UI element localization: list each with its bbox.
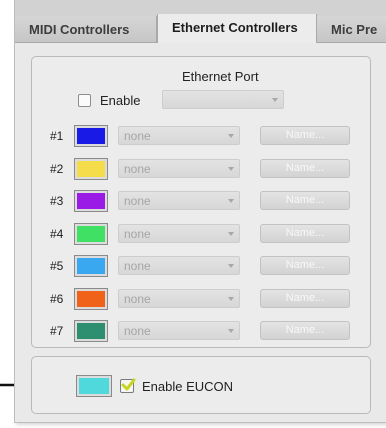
- ethernet-enable-checkbox[interactable]: [78, 94, 91, 107]
- eucon-color-swatch[interactable]: [76, 375, 112, 397]
- controller-number: #2: [50, 161, 64, 176]
- eucon-panel: Enable EUCON: [31, 356, 371, 414]
- enable-eucon-label: Enable EUCON: [142, 379, 234, 394]
- chevron-down-icon: [228, 134, 234, 138]
- chevron-down-icon: [228, 296, 234, 301]
- controller-device-select[interactable]: none: [118, 256, 240, 275]
- controller-row: #6 none Name...: [32, 287, 370, 312]
- controller-name-button[interactable]: Name...: [260, 126, 350, 145]
- tab-ethernet-controllers[interactable]: Ethernet Controllers: [157, 14, 317, 43]
- controller-color-fill: [77, 323, 105, 339]
- controller-device-value: none: [124, 291, 151, 306]
- controller-device-select[interactable]: none: [118, 126, 240, 145]
- controller-row: #4 none Name...: [32, 222, 370, 247]
- controller-row: #7 none Name...: [32, 320, 370, 344]
- chevron-down-icon: [228, 166, 234, 171]
- controller-name-button[interactable]: Name...: [260, 256, 350, 275]
- controller-row: #5 none Name...: [32, 255, 370, 279]
- controller-color-fill: [77, 160, 105, 177]
- chevron-down-icon: [272, 98, 278, 102]
- controller-row: #1 none Name...: [32, 125, 370, 149]
- controller-device-select[interactable]: none: [118, 223, 240, 243]
- controller-number: #5: [50, 259, 64, 273]
- chevron-down-icon: [228, 264, 234, 268]
- checkmark-icon: [121, 378, 136, 391]
- chevron-down-icon: [228, 199, 234, 203]
- ethernet-controllers-panel: Ethernet Port Enable #1 none Name... #2 none…: [31, 56, 371, 348]
- controller-device-select[interactable]: none: [118, 321, 240, 340]
- controller-name-button[interactable]: Name...: [260, 288, 350, 308]
- chevron-down-icon: [228, 231, 234, 236]
- controller-device-select[interactable]: none: [118, 288, 240, 308]
- controller-device-select[interactable]: none: [118, 158, 240, 178]
- controller-device-value: none: [124, 324, 151, 338]
- controller-number: #6: [50, 291, 64, 306]
- controller-color-swatch[interactable]: [74, 287, 108, 310]
- controller-name-button[interactable]: Name...: [260, 191, 350, 210]
- controller-device-value: none: [124, 226, 151, 241]
- controller-color-swatch[interactable]: [74, 255, 108, 277]
- controller-color-swatch[interactable]: [74, 125, 108, 147]
- controller-number: #3: [50, 194, 64, 208]
- tab-bar: MIDI Controllers Ethernet Controllers Mi…: [15, 0, 386, 43]
- controller-row: #3 none Name...: [32, 190, 370, 214]
- controller-color-swatch[interactable]: [74, 320, 108, 342]
- controller-device-value: none: [124, 161, 151, 176]
- controller-color-fill: [77, 258, 105, 274]
- controller-color-swatch[interactable]: [74, 190, 108, 212]
- tab-mic-pre[interactable]: Mic Pre: [317, 16, 386, 42]
- chevron-down-icon: [228, 329, 234, 333]
- controller-color-swatch[interactable]: [74, 222, 108, 245]
- controller-number: #1: [50, 129, 64, 143]
- controller-row: #2 none Name...: [32, 157, 370, 182]
- controller-name-button[interactable]: Name...: [260, 223, 350, 243]
- eucon-color-fill: [79, 378, 109, 394]
- preferences-window: MIDI Controllers Ethernet Controllers Mi…: [14, 0, 386, 423]
- controller-device-select[interactable]: none: [118, 191, 240, 210]
- enable-eucon-checkbox[interactable]: [120, 378, 136, 393]
- ethernet-port-select[interactable]: [162, 90, 284, 109]
- tab-midi-controllers[interactable]: MIDI Controllers: [15, 16, 157, 42]
- controller-number: #4: [50, 226, 64, 241]
- controller-device-value: none: [124, 259, 151, 273]
- controller-color-swatch[interactable]: [74, 157, 108, 180]
- controller-name-button[interactable]: Name...: [260, 321, 350, 340]
- controller-device-value: none: [124, 194, 151, 208]
- controller-color-fill: [77, 290, 105, 307]
- controller-color-fill: [77, 128, 105, 144]
- ethernet-enable-label: Enable: [100, 93, 141, 108]
- controller-name-button[interactable]: Name...: [260, 158, 350, 178]
- controller-device-value: none: [124, 129, 151, 143]
- controller-color-fill: [77, 225, 105, 242]
- controller-number: #7: [50, 324, 64, 338]
- ethernet-port-label: Ethernet Port: [182, 69, 259, 84]
- controller-color-fill: [77, 193, 105, 209]
